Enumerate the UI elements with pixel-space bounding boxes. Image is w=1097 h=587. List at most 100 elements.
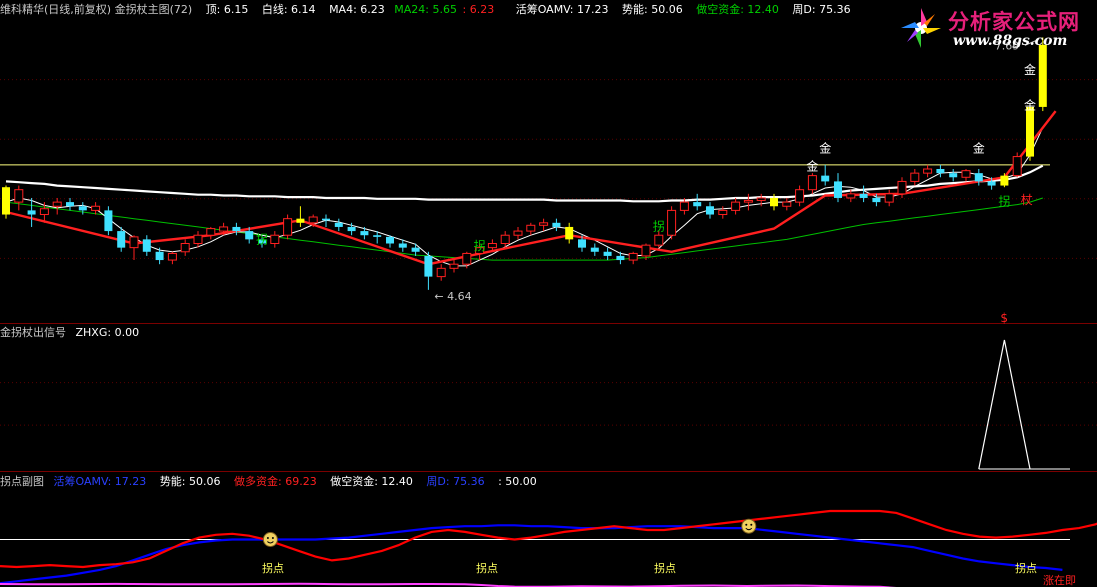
ma24-extra: : 6.23 <box>462 3 495 16</box>
candle-body-7 <box>91 205 101 211</box>
candle-body-30 <box>386 236 394 244</box>
candle-body-53 <box>679 201 689 211</box>
weekd-label: 周D: 75.36 <box>792 3 851 16</box>
sub-long-fund: 做多资金: 69.23 <box>234 475 317 488</box>
gold-mark-1: 金 <box>806 159 818 174</box>
candle-body-14 <box>180 243 190 253</box>
short-label: 做空资金: 12.40 <box>696 3 779 16</box>
smiley-eye-right-1 <box>750 523 753 526</box>
candle-body-39 <box>500 234 510 245</box>
candle-body-15 <box>193 234 203 245</box>
candle-body-26 <box>334 222 343 227</box>
rise-label: 涨在即 <box>1043 574 1076 587</box>
candle-body-69 <box>884 193 894 203</box>
ma24-label: MA24: 5.65 <box>394 3 457 16</box>
candle-body-10 <box>129 236 139 249</box>
candle-body-48 <box>616 255 625 261</box>
smiley-eye-left-0 <box>266 537 269 539</box>
candle-body-46 <box>590 247 599 252</box>
candle-body-73 <box>936 169 945 174</box>
signal-title: 金拐杖出信号 <box>0 326 66 339</box>
staff-mark: 杖 <box>1021 192 1033 207</box>
candle-body-63 <box>807 175 817 191</box>
candle-body-28 <box>360 231 369 236</box>
crutch-mark-3: 拐 <box>998 193 1010 208</box>
smiley-eye-left-1 <box>745 523 748 526</box>
signal-header: 金拐杖出信号 ZHXG: 0.00 <box>0 325 149 341</box>
candle-body-52 <box>667 209 677 236</box>
turn-point-label-2: 拐点 <box>654 561 676 575</box>
candle-body-65 <box>834 181 842 198</box>
candle-body-44 <box>565 226 574 240</box>
candle-body-3 <box>39 208 49 216</box>
site-logo: 分析家公式网 www.88gs.com <box>893 2 1093 54</box>
candle-body-9 <box>117 231 126 248</box>
candle-body-25 <box>322 218 330 221</box>
smiley-icon-0 <box>262 532 278 547</box>
candle-body-76 <box>974 173 983 182</box>
logo-title: 分析家公式网 <box>948 10 1080 34</box>
candle-body-22 <box>283 218 293 236</box>
sub-oamv: 活筹OAMV: 17.23 <box>53 475 147 488</box>
gold-mark-3: 金 <box>1024 62 1036 77</box>
gold-mark-4: 金 <box>1024 97 1036 112</box>
candle-body-43 <box>552 222 561 227</box>
candle-body-38 <box>487 243 497 249</box>
main-header: 维科精华(日线,前复权) 金拐杖主图(72) 顶: 6.15 白线: 6.14 … <box>0 2 861 18</box>
sub-header: 拐点副图 活筹OAMV: 17.23 势能: 50.06 做多资金: 69.23… <box>0 474 547 490</box>
candle-body-5 <box>66 202 74 207</box>
candle-body-61 <box>782 201 792 207</box>
signal-spike <box>978 339 1031 470</box>
gold-mark-2: 金 <box>973 140 985 155</box>
sub-extra: : 50.00 <box>498 475 537 488</box>
candle-body-42 <box>539 222 549 226</box>
candle-body-21 <box>270 234 280 245</box>
candle-body-24 <box>308 216 318 224</box>
candle-body-31 <box>398 243 407 248</box>
power-label: 势能: 50.06 <box>622 3 683 16</box>
candle-body-27 <box>347 226 356 232</box>
gold-mark-0: 金 <box>819 140 831 155</box>
candle-body-32 <box>411 247 420 252</box>
ma4-label: MA4: 6.23 <box>329 3 385 16</box>
turn-point-label-0: 拐点 <box>262 561 284 575</box>
candle-body-67 <box>859 193 868 198</box>
candle-body-49 <box>628 252 638 261</box>
candle-body-35 <box>449 263 459 269</box>
candle-body-70 <box>897 180 907 195</box>
candle-body-58 <box>743 199 753 203</box>
candle-body-72 <box>923 168 933 174</box>
candle-body-0 <box>2 187 10 215</box>
sub-weekd: 周D: 75.36 <box>426 475 485 488</box>
candle-body-12 <box>155 251 164 261</box>
candle-body-47 <box>603 251 612 256</box>
candle-body-33 <box>424 255 433 277</box>
crutch-mark-1: 拐 <box>474 238 486 253</box>
signal-dollar-mark: $ <box>1000 311 1008 325</box>
sub-short-fund: 做空资金: 12.40 <box>330 475 413 488</box>
turn-point-label-1: 拐点 <box>476 561 498 575</box>
candle-body-45 <box>578 239 586 248</box>
candle-body-13 <box>167 252 177 261</box>
smiley-eye-right-0 <box>271 537 274 539</box>
turn-point-label-3: 拐点 <box>1015 561 1037 575</box>
candle-body-40 <box>513 230 523 236</box>
candle-body-36 <box>462 252 472 265</box>
white-label: 白线: 6.14 <box>261 3 316 16</box>
candle-body-80 <box>1026 106 1034 157</box>
candle-body-6 <box>78 206 87 211</box>
candle-body-23 <box>296 218 305 223</box>
candle-body-78 <box>1000 175 1009 186</box>
pinwheel-icon <box>901 8 941 48</box>
candle-body-29 <box>373 235 382 237</box>
candle-body-11 <box>142 239 151 252</box>
oamv-label: 活筹OAMV: 17.23 <box>515 3 609 16</box>
candle-body-56 <box>718 209 728 216</box>
candle-body-57 <box>731 201 741 211</box>
crutch-mark-2: 拐 <box>653 218 665 233</box>
candle-body-16 <box>206 228 216 236</box>
smiley-icon-1 <box>741 518 757 534</box>
candle-body-71 <box>910 172 920 182</box>
candle-body-17 <box>219 226 229 232</box>
sub-long-fund-line <box>0 509 1097 569</box>
